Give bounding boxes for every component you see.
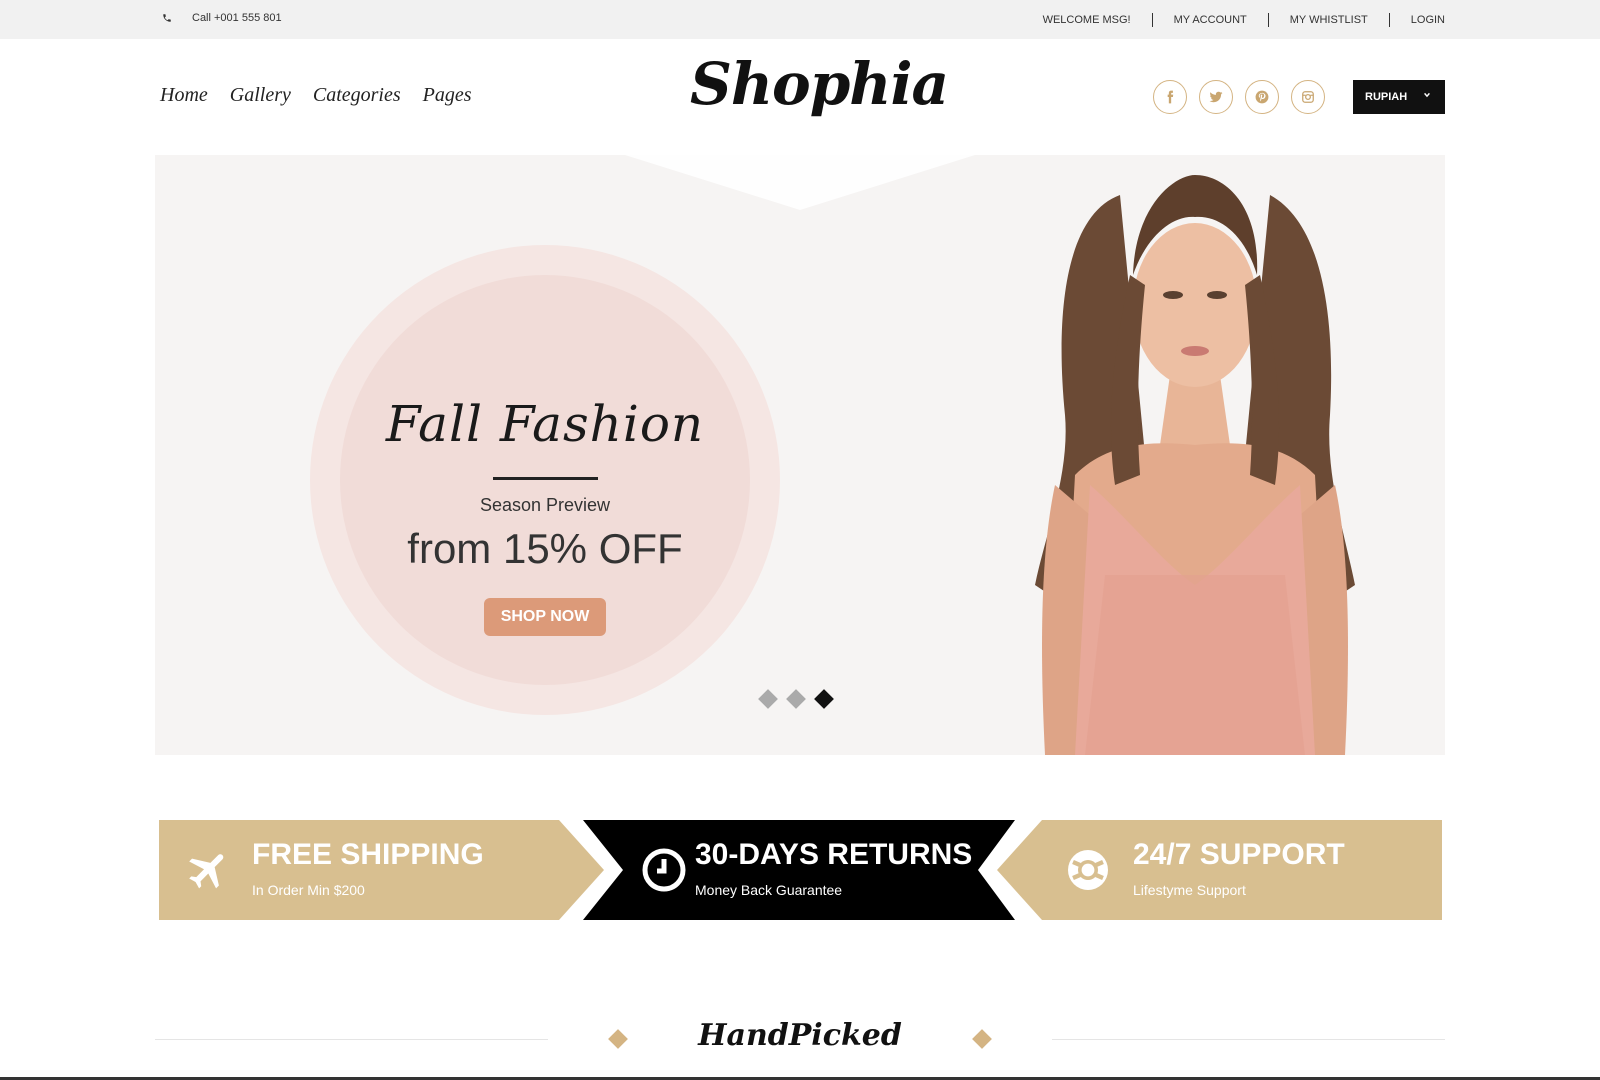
diamond-icon: [608, 1029, 628, 1049]
login-link[interactable]: LOGIN: [1411, 14, 1445, 26]
feature-title: 24/7 SUPPORT: [1133, 838, 1345, 871]
hero-offer: from 15% OFF: [407, 525, 683, 572]
main-nav: Home Gallery Categories Pages: [160, 84, 472, 107]
hero-subtitle: Season Preview: [479, 495, 611, 515]
slide-dot-1[interactable]: [758, 689, 778, 709]
currency-select[interactable]: RUPIAH: [1353, 80, 1445, 114]
currency-label: RUPIAH: [1365, 91, 1408, 103]
section-title: HandPicked: [698, 1018, 902, 1053]
features-strip: FREE SHIPPING In Order Min $200 30-DAYS …: [159, 820, 1442, 920]
welcome-link[interactable]: WELCOME MSG!: [1043, 14, 1131, 26]
hero-headline: Fall Fashion: [385, 395, 705, 453]
instagram-icon[interactable]: [1291, 80, 1325, 114]
feature-subtitle: Lifestyme Support: [1133, 882, 1246, 898]
section-divider-left: [155, 1039, 548, 1040]
shop-now-button[interactable]: SHOP NOW: [484, 598, 606, 636]
slide-dot-2[interactable]: [786, 689, 806, 709]
airplane-icon: [189, 854, 224, 889]
facebook-icon[interactable]: [1153, 80, 1187, 114]
account-links: WELCOME MSG! MY ACCOUNT MY WHISTLIST LOG…: [1043, 13, 1445, 27]
nav-categories[interactable]: Categories: [313, 84, 401, 107]
section-divider-right: [1052, 1039, 1445, 1040]
feature-returns: 30-DAYS RETURNS Money Back Guarantee: [583, 820, 1023, 920]
clock-icon: [642, 848, 686, 892]
my-wishlist-link[interactable]: MY WHISTLIST: [1290, 14, 1368, 26]
model-image: [1035, 175, 1355, 755]
slider-dots: [758, 689, 834, 709]
twitter-icon[interactable]: [1199, 80, 1233, 114]
top-bar: Call +001 555 801 WELCOME MSG! MY ACCOUN…: [0, 0, 1600, 39]
feature-subtitle: In Order Min $200: [252, 882, 365, 898]
nav-gallery[interactable]: Gallery: [230, 84, 291, 107]
social-links: [1153, 80, 1325, 114]
chevron-down-icon: [1424, 92, 1430, 98]
logo-text: Shophia: [690, 50, 949, 118]
slide-dot-3[interactable]: [814, 689, 834, 709]
nav-home[interactable]: Home: [160, 84, 208, 107]
hero-slider: Fall Fashion Season Preview from 15% OFF…: [155, 155, 1445, 755]
divider: [1151, 13, 1153, 27]
lifebuoy-icon: [1068, 850, 1108, 890]
pinterest-icon[interactable]: [1245, 80, 1279, 114]
feature-title: 30-DAYS RETURNS: [695, 838, 973, 871]
feature-support: 24/7 SUPPORT Lifestyme Support: [997, 820, 1442, 920]
nav-pages[interactable]: Pages: [423, 84, 472, 107]
my-account-link[interactable]: MY ACCOUNT: [1174, 14, 1247, 26]
hero-divider: [493, 477, 598, 480]
site-logo[interactable]: Shophia: [690, 50, 949, 140]
diamond-icon: [972, 1029, 992, 1049]
phone-number: Call +001 555 801: [192, 12, 282, 24]
divider: [1267, 13, 1269, 27]
feature-title: FREE SHIPPING: [252, 838, 484, 871]
feature-free-shipping: FREE SHIPPING In Order Min $200: [159, 820, 604, 920]
phone-icon: [163, 14, 171, 22]
divider: [1388, 13, 1390, 27]
feature-subtitle: Money Back Guarantee: [695, 882, 843, 898]
phone-contact: Call +001 555 801: [162, 12, 282, 24]
